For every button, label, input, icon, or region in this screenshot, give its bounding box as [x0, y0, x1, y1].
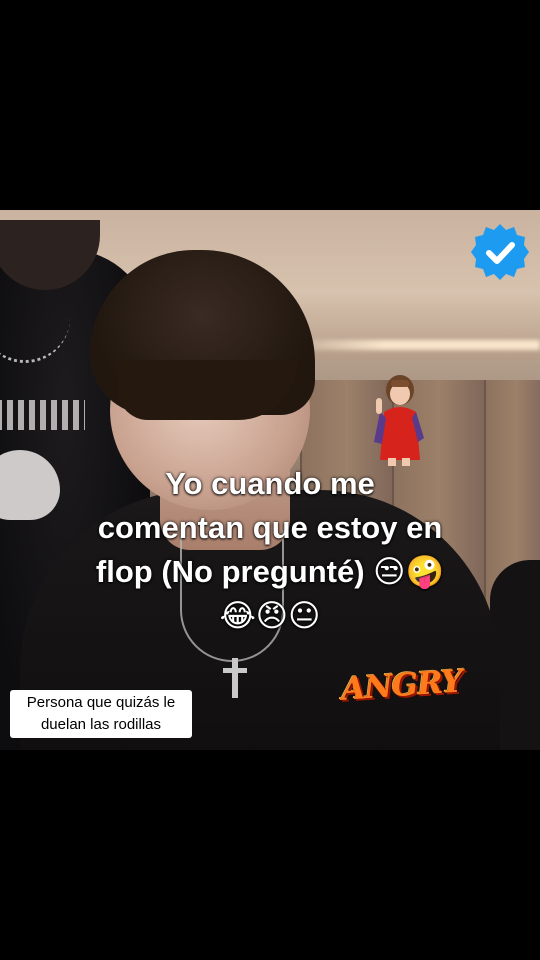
verified-check-icon [471, 224, 529, 280]
note-line-2: duelan las rodillas [40, 716, 162, 733]
angry-sticker: ANGRY [340, 663, 464, 708]
caption-line-1: Yo cuando me [165, 466, 375, 501]
ceiling-light [280, 340, 540, 350]
meme-caption: Yo cuando me comentan que estoy en flop … [40, 462, 500, 638]
text-note-label: Persona que quizás le duelan las rodilla… [10, 690, 192, 738]
top-letterbox [0, 0, 540, 210]
left-person-chin [0, 220, 100, 290]
caption-line-4: 😂😠😐 [219, 598, 321, 634]
left-person-chain [0, 300, 70, 363]
bottom-letterbox [0, 750, 540, 960]
cross-pendant [223, 658, 247, 698]
shirt-print [0, 400, 85, 430]
caption-line-2: comentan que estoy en [97, 510, 443, 545]
note-line-1: Persona que quizás le [26, 694, 176, 711]
caption-line-3: flop (No pregunté) 😒🤪 [95, 554, 445, 589]
waving-girl-sticker [374, 375, 424, 466]
